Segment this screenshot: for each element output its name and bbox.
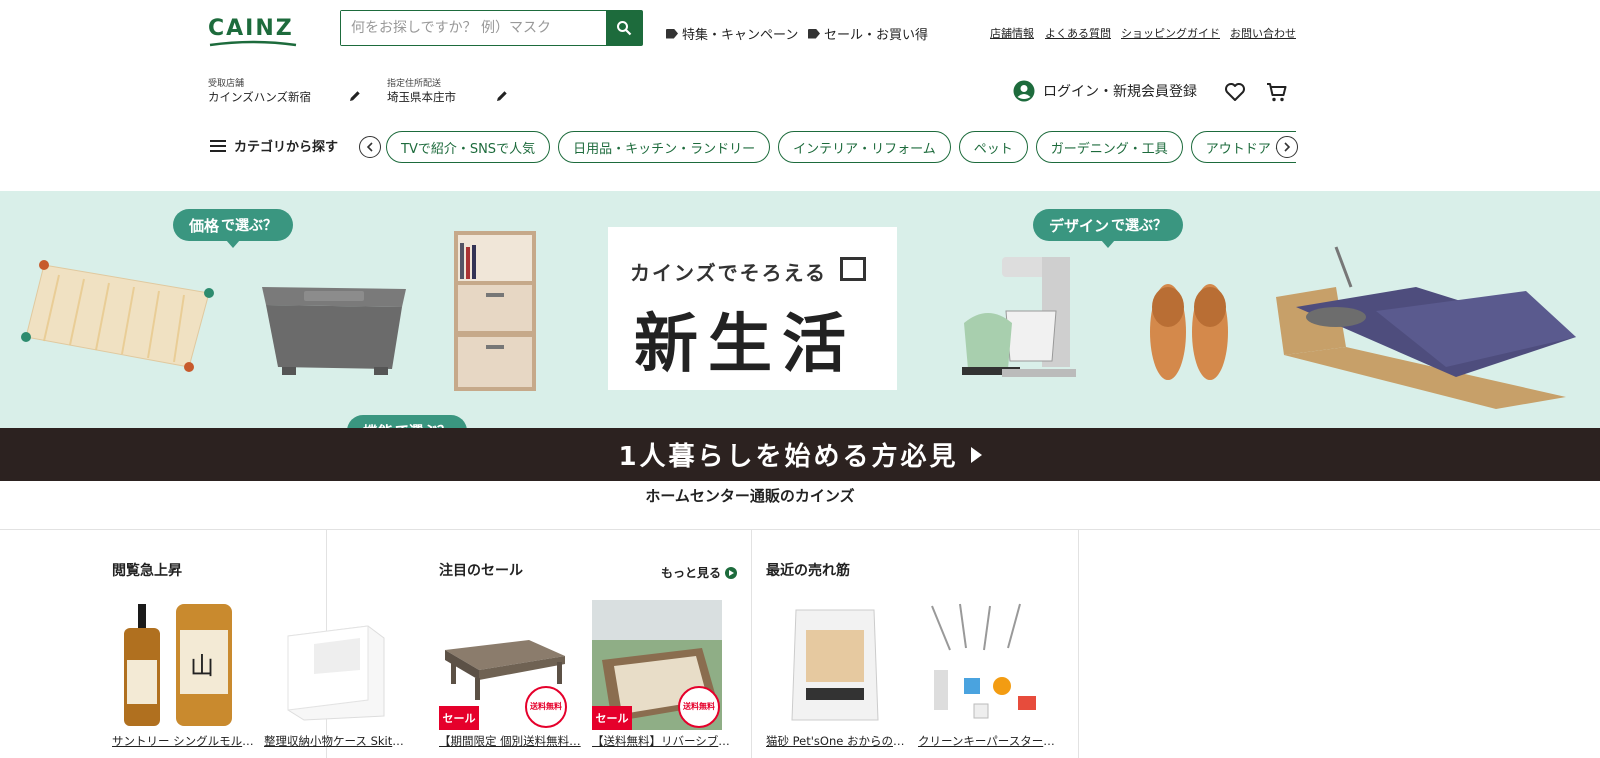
product-wood-deck-image[interactable]: セール 送料無料 <box>439 600 569 730</box>
more-link[interactable]: もっと見る <box>661 564 738 581</box>
product-cat-litter-image[interactable] <box>770 600 900 730</box>
bubble-function: 機能 で選ぶ？ <box>347 415 468 429</box>
product-name-link[interactable]: サントリー シングルモルト… <box>112 733 256 749</box>
tag-icon <box>808 28 820 39</box>
sale-badge: セール <box>439 706 479 730</box>
svg-text:山: 山 <box>190 652 214 680</box>
more-link-label: もっと見る <box>661 566 722 580</box>
hero-banner[interactable]: 価格 で選ぶ？ 機能 で選ぶ？ デザイン で選ぶ？ カインズでそろえる 新生活 <box>0 191 1600 428</box>
section-title: 注目のセール <box>439 563 523 579</box>
rug-image <box>21 260 214 372</box>
section-sale: 注目のセール もっと見る セール 送料無料 セール 送料無料 【期間限定 個別送… <box>327 530 752 758</box>
storage-bin-image <box>262 287 406 375</box>
shelf-image <box>454 231 536 391</box>
sale-link[interactable]: セール・お買い得 <box>808 24 928 43</box>
pickup-store-value: カインズハンズ新宿 <box>208 90 312 104</box>
free-shipping-badge: 送料無料 <box>525 686 567 728</box>
free-shipping-badge: 送料無料 <box>678 686 720 728</box>
category-pill-tv-sns[interactable]: TVで紹介・SNSで人気 <box>386 131 551 163</box>
card-title: 新生活 <box>634 307 856 382</box>
delivery-label: 指定住所配送 <box>387 79 442 89</box>
category-pill-gardening[interactable]: ガーデニング・工具 <box>1035 131 1183 163</box>
product-name-link[interactable]: 猫砂 Pet'sOne おからのネ… <box>766 733 910 749</box>
banner-cta-bar[interactable]: 1人暮らしを始める方必見 <box>0 428 1600 481</box>
page: CAINZ 特集・キャンペーン セール・お買い得 店舗情報 よくある質問 ショッ… <box>0 0 1600 758</box>
cat-litter-bag-image <box>791 609 879 721</box>
bubble-design-word: デザイン <box>1049 216 1110 235</box>
chevron-right-icon <box>1284 142 1291 152</box>
slippers-image <box>1150 284 1228 380</box>
bubble-function-word: 機能 <box>363 421 393 429</box>
category-pill-pet[interactable]: ペット <box>958 131 1028 163</box>
favorite-heart-icon[interactable] <box>1223 80 1247 104</box>
category-menu-button[interactable]: カテゴリから探す <box>210 136 338 155</box>
card-subtitle: カインズでそろえる <box>630 261 827 285</box>
category-prev-button[interactable] <box>359 136 381 158</box>
pickup-store-label: 受取店舗 <box>208 79 245 89</box>
play-arrow-icon <box>970 446 982 463</box>
cart-icon[interactable] <box>1265 80 1289 104</box>
banner-cta-text: 1人暮らしを始める方必見 <box>618 442 959 472</box>
login-label: ログイン・新規会員登録 <box>1043 84 1197 100</box>
edit-pickup-icon[interactable] <box>348 89 362 103</box>
store-info-link[interactable]: 店舗情報 <box>990 25 1034 41</box>
bubble-suffix: で選ぶ？ <box>395 421 451 428</box>
bubble-design: デザイン で選ぶ？ <box>1033 209 1184 248</box>
section-trending: 閲覧急上昇 山 サントリー シングルモルト… 整理収納小物ケース Skitto… <box>0 530 408 758</box>
campaign-link-label: 特集・キャンペーン <box>682 28 799 43</box>
category-next-button[interactable] <box>1276 136 1298 158</box>
hamburger-icon <box>210 139 226 152</box>
tag-icon <box>666 28 678 39</box>
category-pill-list: TVで紹介・SNSで人気 日用品・キッチン・ランドリー インテリア・リフォーム … <box>386 131 1296 165</box>
bubble-suffix: で選ぶ？ <box>221 218 278 234</box>
sale-link-label: セール・お買い得 <box>824 28 929 43</box>
search-input[interactable] <box>341 11 606 45</box>
logo-swoosh-icon <box>209 40 297 47</box>
category-pill-daily-goods[interactable]: 日用品・キッチン・ランドリー <box>558 131 771 163</box>
product-cleaning-set-image[interactable] <box>920 600 1050 730</box>
campaign-link[interactable]: 特集・キャンペーン <box>666 24 798 43</box>
search-bar <box>340 10 643 46</box>
login-link[interactable]: ログイン・新規会員登録 <box>1013 80 1197 102</box>
contact-link[interactable]: お問い合わせ <box>1230 25 1296 41</box>
product-name-link[interactable]: クリーンキーパースタート… <box>918 733 1062 749</box>
bubble-price: 価格 で選ぶ？ <box>173 209 294 248</box>
cainz-logo[interactable]: CAINZ <box>208 16 298 48</box>
shopping-guide-link[interactable]: ショッピングガイド <box>1121 25 1220 41</box>
account-icon <box>1013 80 1035 102</box>
bubble-suffix: で選ぶ？ <box>1111 218 1168 234</box>
product-name-link[interactable]: 【期間限定 個別送料無料… <box>439 733 583 749</box>
cleaning-tools-image <box>931 603 1036 719</box>
category-pill-interior[interactable]: インテリア・リフォーム <box>778 131 951 163</box>
delivery-value: 埼玉県本庄市 <box>387 90 456 104</box>
category-menu-label: カテゴリから探す <box>234 140 339 155</box>
section-title: 最近の売れ筋 <box>766 563 850 579</box>
search-button[interactable] <box>606 11 642 45</box>
search-icon <box>617 21 632 36</box>
site-tagline: ホームセンター通販のカインズ <box>645 487 855 505</box>
sale-badge: セール <box>592 706 632 730</box>
product-sandbox-image[interactable]: セール 送料無料 <box>592 600 722 730</box>
section-title: 閲覧急上昇 <box>112 563 182 579</box>
arrow-circle-icon <box>725 566 738 579</box>
whisky-bottles-image: 山 <box>124 604 232 726</box>
chevron-left-icon <box>366 142 373 152</box>
bubble-price-word: 価格 <box>189 216 220 235</box>
new-life-card: カインズでそろえる 新生活 <box>608 227 897 390</box>
kettle-coffee-image <box>962 257 1076 377</box>
product-name-link[interactable]: 【送料無料】リバーシブル… <box>592 733 736 749</box>
bed-image <box>1276 246 1576 409</box>
product-whisky-image[interactable]: 山 <box>116 600 246 730</box>
faq-link[interactable]: よくある質問 <box>1045 25 1111 41</box>
edit-delivery-icon[interactable] <box>495 89 509 103</box>
section-bestsellers: 最近の売れ筋 猫砂 Pet'sOne おからのネ… クリーンキーパースタート… <box>752 530 1079 758</box>
checkbox-icon <box>840 257 866 281</box>
